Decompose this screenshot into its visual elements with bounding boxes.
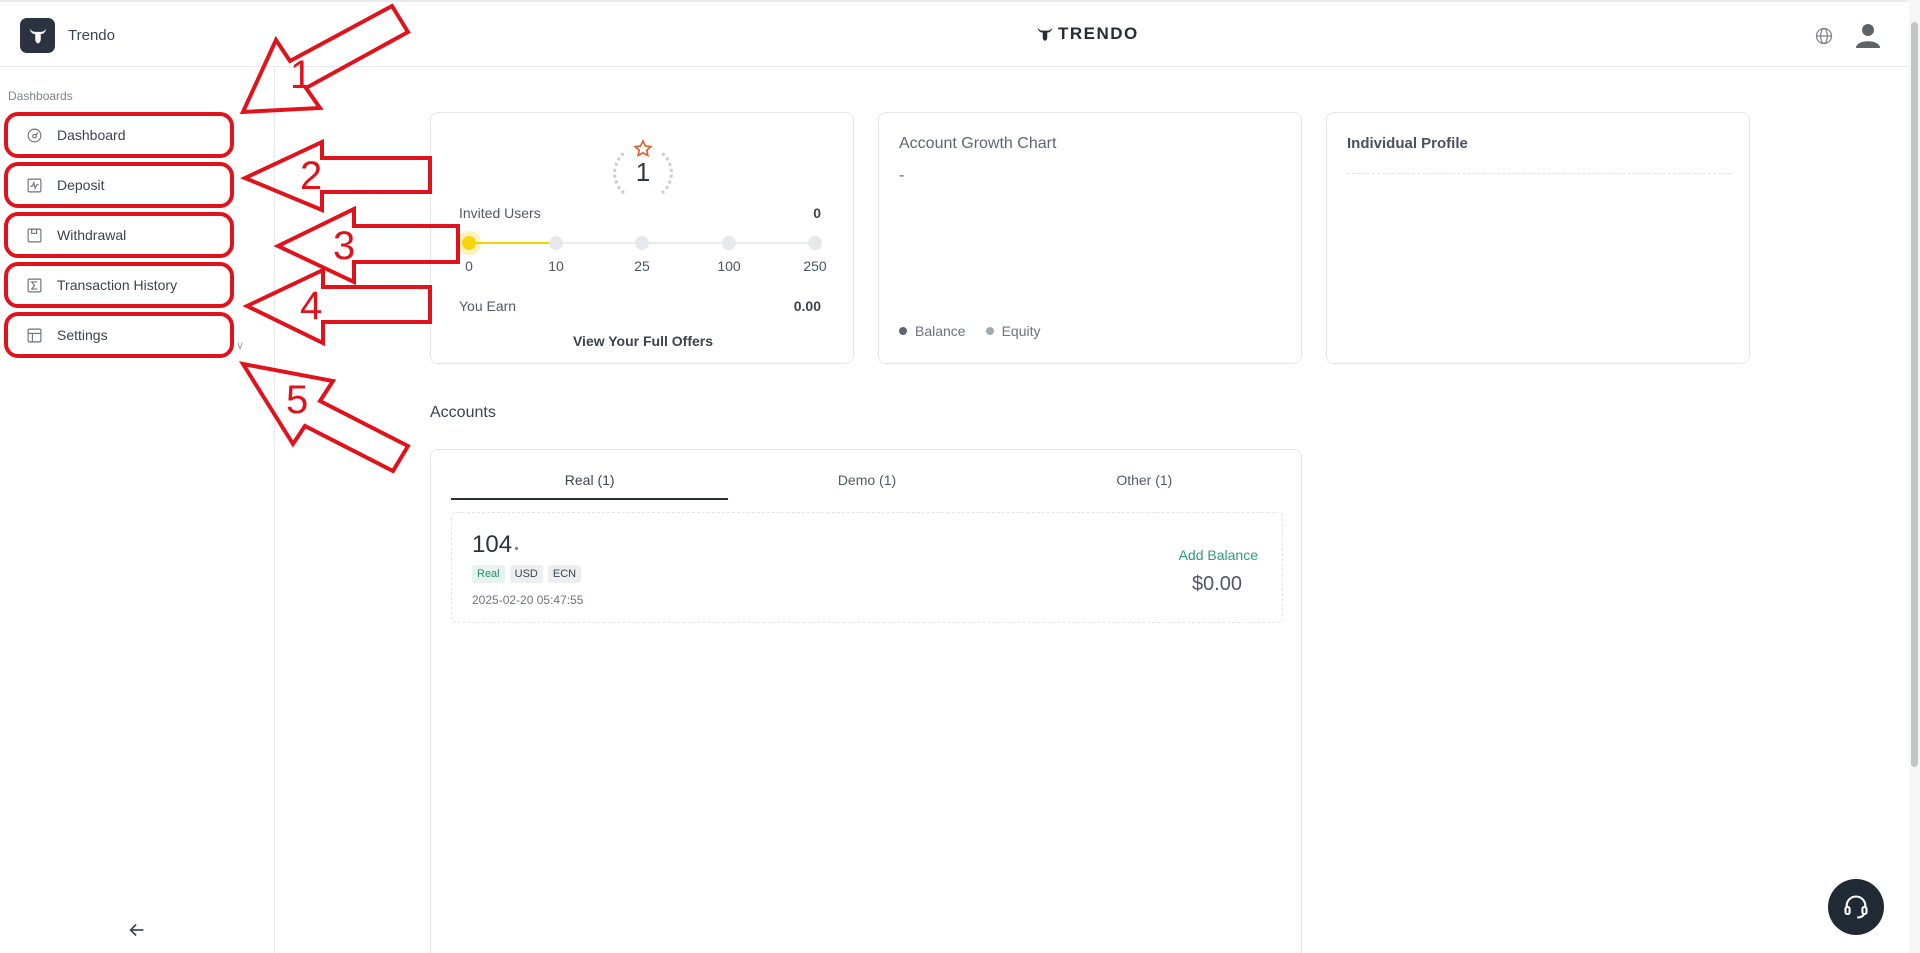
account-status-dot (515, 547, 518, 550)
sidebar-item-dashboard[interactable]: Dashboard (4, 112, 234, 158)
milestone-label: 0 (465, 258, 473, 274)
add-balance-link[interactable]: Add Balance (1179, 547, 1258, 563)
brand-logo[interactable] (20, 18, 55, 53)
scrollbar-thumb[interactable] (1911, 22, 1918, 767)
invited-users-value: 0 (813, 205, 821, 221)
view-full-offers-link[interactable]: View Your Full Offers (431, 333, 855, 349)
profile-card-title: Individual Profile (1347, 135, 1468, 152)
milestone-dot (462, 236, 476, 250)
accounts-card: Real (1) Demo (1) Other (1) 104 Real USD… (430, 449, 1302, 953)
legend-label: Equity (1001, 323, 1041, 339)
annotation-number: 3 (333, 224, 356, 268)
sidebar-item-label: Deposit (57, 177, 105, 193)
tag-real: Real (472, 565, 505, 583)
legend-dot (985, 327, 994, 335)
growth-card-value: - (899, 167, 905, 184)
legend-label: Balance (915, 323, 966, 339)
legend-dot (899, 327, 907, 335)
milestone-dot (722, 236, 736, 250)
tag-currency: USD (509, 565, 543, 583)
milestone-dot (549, 236, 563, 250)
account-tabs: Real (1) Demo (1) Other (1) (451, 460, 1283, 500)
sidebar-item-label: Transaction History (57, 277, 178, 293)
brand-name: Trendo (68, 27, 115, 44)
growth-card-title: Account Growth Chart (899, 135, 1057, 152)
support-chat-button[interactable] (1828, 879, 1884, 935)
bull-logo-icon (29, 28, 46, 43)
account-created-date: 2025-02-20 05:47:55 (472, 593, 584, 607)
tab-real[interactable]: Real (1) (451, 460, 729, 500)
annotation-number: 2 (300, 154, 323, 198)
sidebar-item-transaction-history[interactable]: Transaction History (4, 262, 234, 308)
referral-level: 1 (635, 157, 651, 187)
globe-icon[interactable] (1814, 26, 1834, 46)
annotation-number: 5 (286, 378, 309, 422)
milestone-label: 100 (717, 258, 741, 274)
annotation-number: 1 (290, 53, 313, 97)
headset-icon (1844, 895, 1868, 919)
individual-profile-card: Individual Profile (1326, 112, 1750, 364)
account-row[interactable]: 104 Real USD ECN 2025-02-20 05:47:55 Add… (451, 512, 1283, 623)
sidebar-section-label: Dashboards (8, 89, 73, 103)
account-growth-card: Account Growth Chart - Balance Equity (878, 112, 1302, 364)
chart-legend: Balance Equity (899, 323, 1041, 339)
legend-item-balance[interactable]: Balance (899, 323, 966, 339)
milestone-dot (808, 236, 822, 250)
sidebar-item-label: Settings (57, 327, 108, 343)
sidebar: Dashboards Dashboard Deposit Withdrawal … (0, 67, 275, 953)
sidebar-item-label: Withdrawal (57, 227, 127, 243)
milestone-label: 250 (803, 258, 827, 274)
divider (1347, 173, 1731, 174)
milestone-dot (635, 236, 649, 250)
sidebar-item-settings[interactable]: Settings (4, 312, 234, 358)
sigma-icon (27, 278, 42, 292)
center-logo[interactable]: TRENDO (1036, 24, 1139, 44)
you-earn-label: You Earn (459, 298, 517, 314)
account-balance: $0.00 (1191, 573, 1242, 595)
sidebar-item-withdrawal[interactable]: Withdrawal (4, 212, 234, 258)
accounts-heading: Accounts (430, 404, 496, 421)
milestone-label: 10 (548, 258, 564, 274)
activity-chart-icon (27, 178, 42, 192)
referral-progress-fill (469, 242, 553, 244)
tab-other[interactable]: Other (1) (1006, 460, 1283, 500)
save-disk-icon (27, 228, 42, 242)
annotation-number: 4 (300, 284, 323, 328)
legend-item-equity[interactable]: Equity (985, 323, 1041, 339)
sidebar-item-label: Dashboard (57, 127, 126, 143)
tab-demo[interactable]: Demo (1) (728, 460, 1005, 500)
referral-card: 1 Invited Users 0 0 10 25 100 250 You Ea… (430, 112, 854, 364)
invited-users-label: Invited Users (459, 205, 541, 221)
bull-logo-icon (1037, 27, 1053, 41)
sidebar-item-deposit[interactable]: Deposit (4, 162, 234, 208)
layout-table-icon (27, 328, 42, 342)
you-earn-value: 0.00 (793, 298, 821, 314)
chevron-down-icon[interactable]: ∨ (236, 339, 244, 352)
user-avatar-icon[interactable] (1854, 21, 1882, 49)
milestone-label: 25 (634, 258, 650, 274)
arrow-left-icon[interactable] (126, 919, 148, 941)
center-logo-text: TRENDO (1058, 24, 1139, 43)
page-scrollbar[interactable] (1909, 0, 1920, 953)
top-bar: Trendo TRENDO (0, 0, 1908, 67)
gauge-icon (27, 128, 42, 142)
account-tags: Real USD ECN (472, 565, 582, 583)
account-number: 104 (472, 531, 513, 558)
tag-account-type: ECN (547, 565, 582, 583)
